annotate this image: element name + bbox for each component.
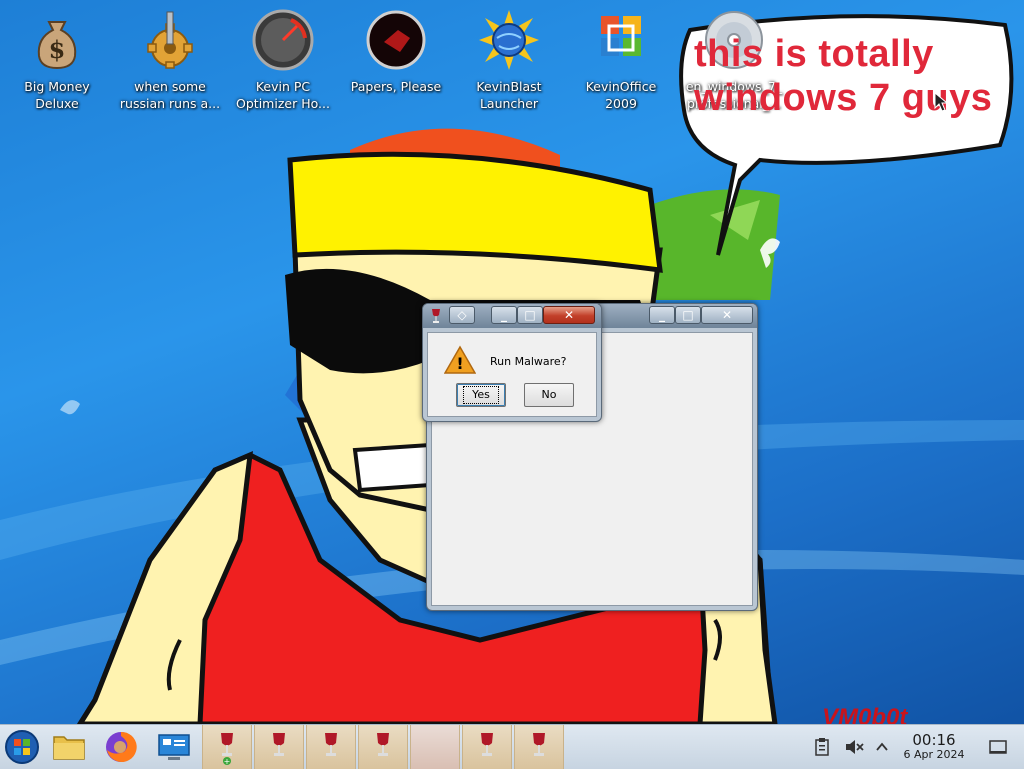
desktop-icon-label: when some (134, 79, 206, 94)
papers-please-icon (364, 8, 428, 72)
tray-expand-icon[interactable] (874, 739, 890, 755)
clock-date[interactable]: 6 Apr 2024 (896, 748, 972, 761)
taskbar-wine-task[interactable]: + (202, 725, 252, 769)
money-bag-icon: $ (25, 8, 89, 72)
taskbar-wine-task[interactable] (358, 725, 408, 769)
clock-time[interactable]: 00:16 (900, 731, 968, 749)
svg-text:!: ! (456, 354, 463, 373)
taskbar-wine-task[interactable] (514, 725, 564, 769)
dialog-titlebar[interactable]: ◇ _ □ ✕ (423, 304, 601, 328)
desktop-icon-label: russian runs a... (119, 96, 221, 111)
taskbar-wine-task-active[interactable] (410, 725, 460, 769)
desktop-icon-label: Big Money (24, 79, 90, 94)
desktop-icon-label: Launcher (479, 96, 539, 111)
desktop-icon-kevin-pc-optimizer[interactable]: Kevin PC Optimizer Ho... (228, 8, 338, 112)
desktop-icon-russian-runs[interactable]: when some russian runs a... (115, 8, 225, 112)
volume-muted-icon[interactable] (844, 737, 864, 757)
desktop-icon-label: Optimizer Ho... (236, 96, 330, 111)
dialog-message: Run Malware? (490, 355, 567, 368)
desktop-icon-label: Papers, Please (350, 79, 442, 94)
start-orb-icon[interactable] (4, 729, 40, 765)
file-manager-icon[interactable] (52, 731, 86, 763)
desktop-icon-papers-please[interactable]: Papers, Please (341, 8, 451, 95)
speech-bubble-text: this is totally windows 7 guys (694, 32, 1004, 120)
system-settings-icon[interactable] (156, 731, 192, 763)
taskbar-wine-task[interactable] (462, 725, 512, 769)
desktop-icon-label: Kevin PC (255, 79, 311, 94)
close-button[interactable]: ✕ (701, 306, 753, 324)
window-menu-button[interactable]: ◇ (449, 306, 475, 324)
close-button[interactable]: ✕ (543, 306, 595, 324)
wine-glass-icon (273, 733, 285, 756)
run-malware-dialog[interactable]: ◇ _ □ ✕ ! Run Malware? Yes No (422, 303, 602, 422)
yes-button-label: Yes (463, 386, 499, 404)
wine-glass-icon (377, 733, 389, 756)
globe-burst-icon (477, 8, 541, 72)
wine-glass-icon (431, 308, 441, 324)
minimize-button[interactable]: _ (649, 306, 675, 324)
taskbar: + (0, 724, 1024, 769)
office-icon (589, 8, 653, 72)
warning-icon: ! (443, 345, 477, 379)
svg-text:+: + (224, 757, 231, 765)
wine-glass-icon (481, 733, 493, 756)
yes-button[interactable]: Yes (456, 383, 506, 407)
desktop-icon-label: KevinOffice (585, 79, 657, 94)
desktop-icon-big-money-deluxe[interactable]: $ Big Money Deluxe (2, 8, 112, 112)
taskbar-wine-task[interactable] (306, 725, 356, 769)
svg-text:$: $ (49, 35, 66, 64)
desktop-icon-label: 2009 (605, 96, 637, 111)
wine-glass-icon (325, 733, 337, 756)
gear-icon (138, 8, 202, 72)
desktop-icon-kevinoffice-2009[interactable]: KevinOffice 2009 (566, 8, 676, 112)
wine-glass-icon: + (221, 733, 233, 765)
bubble-line-2: windows 7 guys (694, 77, 993, 119)
desktop-icon-label: Deluxe (35, 96, 79, 111)
bubble-line-1: this is totally (694, 33, 934, 75)
dialog-body: ! Run Malware? Yes No (427, 332, 597, 417)
no-button-label: No (541, 388, 557, 401)
wine-glass-icon (533, 733, 545, 756)
desktop-icon-kevinblast-launcher[interactable]: KevinBlast Launcher (454, 8, 564, 112)
maximize-button[interactable]: □ (675, 306, 701, 324)
minimize-button[interactable]: _ (491, 306, 517, 324)
clipboard-icon[interactable] (814, 737, 830, 757)
mouse-cursor-icon (934, 92, 948, 112)
show-desktop-icon[interactable] (988, 737, 1008, 757)
no-button[interactable]: No (524, 383, 574, 407)
maximize-button[interactable]: □ (517, 306, 543, 324)
speedometer-icon (251, 8, 315, 72)
desktop-icon-label: KevinBlast (476, 79, 542, 94)
firefox-icon[interactable] (104, 730, 138, 764)
taskbar-wine-task[interactable] (254, 725, 304, 769)
